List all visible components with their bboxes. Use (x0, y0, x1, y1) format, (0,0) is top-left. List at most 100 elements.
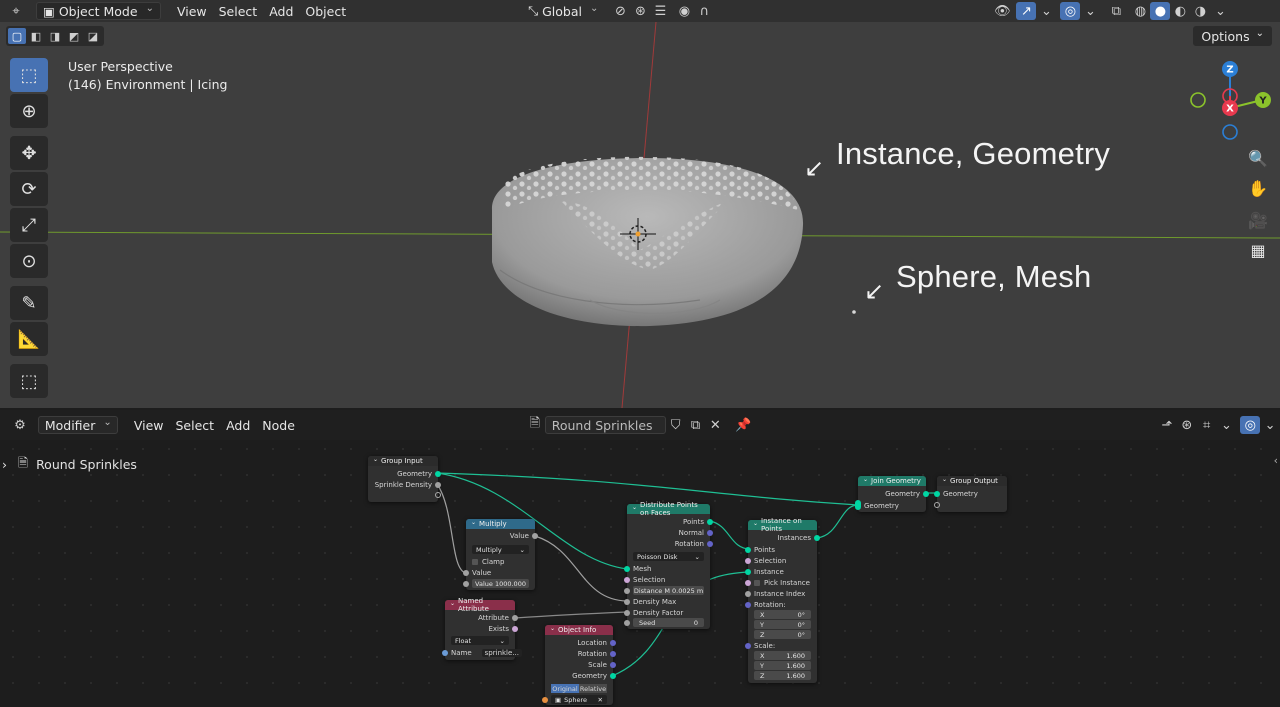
snap-target-icon[interactable]: ☰ (650, 2, 670, 20)
gizmo-toggle-icon[interactable]: ↗ (1016, 2, 1037, 20)
rotate-tool-icon[interactable]: ⟳ (10, 172, 48, 206)
select-invert-icon[interactable]: ◩ (65, 28, 83, 44)
menu-object[interactable]: Object (299, 2, 352, 20)
output-socket[interactable] (610, 639, 616, 646)
input-socket[interactable] (745, 546, 751, 553)
rotation-x-field[interactable]: X 0° (754, 610, 811, 619)
node-multiply[interactable]: Multiply Value Multiply⌄ Clamp Value Val… (463, 519, 538, 590)
distribute-method-dropdown[interactable]: Poisson Disk ⌄ (633, 552, 704, 561)
input-socket[interactable] (463, 580, 469, 587)
snap-icon[interactable]: ⊛ (630, 2, 650, 20)
output-socket[interactable] (707, 540, 713, 547)
output-socket[interactable] (435, 491, 441, 498)
wireframe-shading-icon[interactable]: ◍ (1130, 2, 1150, 20)
side-panel-chevron-icon[interactable]: ‹ (1274, 454, 1278, 467)
node-group-input[interactable]: Group Input Geometry Sprinkle Density (368, 456, 441, 502)
xray-icon[interactable]: ⧉ (1106, 2, 1126, 20)
input-socket[interactable] (542, 696, 548, 703)
options-dropdown[interactable]: Options (1193, 26, 1272, 46)
input-socket[interactable] (855, 500, 861, 510)
scale-y-field[interactable]: Y 1.600 (754, 661, 811, 670)
material-shading-icon[interactable]: ◐ (1170, 2, 1190, 20)
scale-tool-icon[interactable]: ⤢ (10, 208, 48, 242)
output-socket[interactable] (707, 518, 713, 525)
menu-add[interactable]: Add (263, 2, 299, 20)
data-type-dropdown[interactable]: Float ⌄ (451, 636, 509, 645)
solid-shading-icon[interactable]: ● (1150, 2, 1171, 20)
relative-button[interactable]: Relative (579, 684, 607, 693)
input-socket[interactable] (463, 569, 469, 576)
mode-dropdown[interactable]: ▣ Object Mode (36, 2, 161, 20)
input-socket[interactable] (745, 642, 751, 649)
object-field[interactable]: ▣ Sphere ✕ (551, 695, 607, 704)
measure-tool-icon[interactable]: 📐 (10, 322, 48, 356)
move-tool-icon[interactable]: ✥ (10, 136, 48, 170)
select-subtract-icon[interactable]: ◨ (46, 28, 64, 44)
scale-x-field[interactable]: X 1.600 (754, 651, 811, 660)
falloff-icon[interactable]: ∩ (694, 2, 714, 20)
overlay-toggle-icon[interactable]: ◎ (1060, 2, 1081, 20)
transform-tool-icon[interactable]: ⊙ (10, 244, 48, 278)
operation-dropdown[interactable]: Multiply ⌄ (472, 545, 529, 554)
input-socket[interactable] (624, 609, 630, 616)
output-socket[interactable] (512, 614, 518, 621)
add-cube-tool-icon[interactable]: ⬚ (10, 364, 48, 398)
gizmo-dropdown-icon[interactable]: ⌄ (1036, 2, 1056, 20)
original-button[interactable]: Original (551, 684, 579, 693)
input-socket[interactable] (624, 598, 630, 605)
rendered-shading-icon[interactable]: ◑ (1190, 2, 1210, 20)
rotation-y-field[interactable]: Y 0° (754, 620, 811, 629)
menu-select[interactable]: Select (213, 2, 264, 20)
output-socket[interactable] (923, 490, 929, 497)
pan-hand-icon[interactable]: ✋ (1244, 174, 1272, 202)
output-socket[interactable] (707, 529, 713, 536)
output-socket[interactable] (610, 650, 616, 657)
node-distribute-points-on-faces[interactable]: Distribute Points on Faces Points Normal… (624, 501, 713, 629)
input-socket[interactable] (745, 579, 751, 586)
overlay-dropdown-icon[interactable]: ⌄ (1080, 2, 1100, 20)
output-socket[interactable] (814, 534, 820, 541)
output-socket[interactable] (610, 672, 616, 679)
camera-view-icon[interactable]: 🎥 (1244, 206, 1272, 234)
input-socket[interactable] (934, 501, 940, 508)
input-socket[interactable] (624, 576, 630, 583)
name-field[interactable]: sprinkle... (481, 648, 522, 657)
output-socket[interactable] (532, 532, 538, 539)
pick-instance-checkbox[interactable]: Pick Instance (754, 578, 811, 587)
zoom-icon[interactable]: 🔍 (1244, 144, 1272, 172)
output-socket[interactable] (610, 661, 616, 668)
node-group-output[interactable]: Group Output Geometry (934, 476, 1007, 512)
input-socket[interactable] (745, 601, 751, 608)
scale-z-field[interactable]: Z 1.600 (754, 671, 811, 680)
select-intersect-icon[interactable]: ◪ (84, 28, 102, 44)
3d-viewport[interactable]: ⌖ ▣ Object Mode View Select Add Object ⤡… (0, 0, 1280, 408)
close-icon[interactable]: ✕ (598, 696, 603, 704)
node-instance-on-points[interactable]: Instance on Points Instances Points Sele… (745, 517, 820, 683)
input-socket[interactable] (745, 568, 751, 575)
geometry-node-editor[interactable]: ⚙ Modifier View Select Add Node 🗎 Round … (0, 410, 1280, 707)
input-socket[interactable] (745, 557, 751, 564)
select-box-tool-icon[interactable]: ⬚ (10, 58, 48, 92)
input-socket[interactable] (745, 590, 751, 597)
output-socket[interactable] (435, 481, 441, 488)
perspective-grid-icon[interactable]: ▦ (1244, 236, 1272, 264)
select-extend-icon[interactable]: ◧ (27, 28, 45, 44)
output-socket[interactable] (512, 625, 518, 632)
input-socket[interactable] (624, 619, 630, 626)
node-object-info[interactable]: Object Info Location Rotation Scale Geom… (542, 625, 616, 705)
clamp-checkbox[interactable]: Clamp (472, 557, 529, 566)
node-named-attribute[interactable]: Named Attribute Attribute Exists Float⌄ … (442, 597, 522, 660)
navigation-gizmo[interactable]: Z X Y (1186, 58, 1276, 148)
orientation-dropdown[interactable]: ⤡ Global (522, 2, 604, 20)
visibility-icon[interactable]: 👁 (992, 2, 1012, 20)
node-join-geometry[interactable]: Join Geometry Geometry Geometry (855, 476, 929, 512)
proportional-edit-icon[interactable]: ◉ (674, 2, 694, 20)
input-socket[interactable] (442, 649, 448, 656)
select-new-icon[interactable]: ▢ (8, 28, 26, 44)
annotate-tool-icon[interactable]: ✎ (10, 286, 48, 320)
editor-type-icon[interactable]: ⌖ (6, 2, 26, 20)
pivot-icon[interactable]: ⊘ (610, 2, 630, 20)
input-socket[interactable] (624, 587, 630, 594)
distance-min-field[interactable]: Distance M 0.0025 m (633, 586, 704, 595)
seed-field[interactable]: Seed 0 (633, 618, 704, 627)
